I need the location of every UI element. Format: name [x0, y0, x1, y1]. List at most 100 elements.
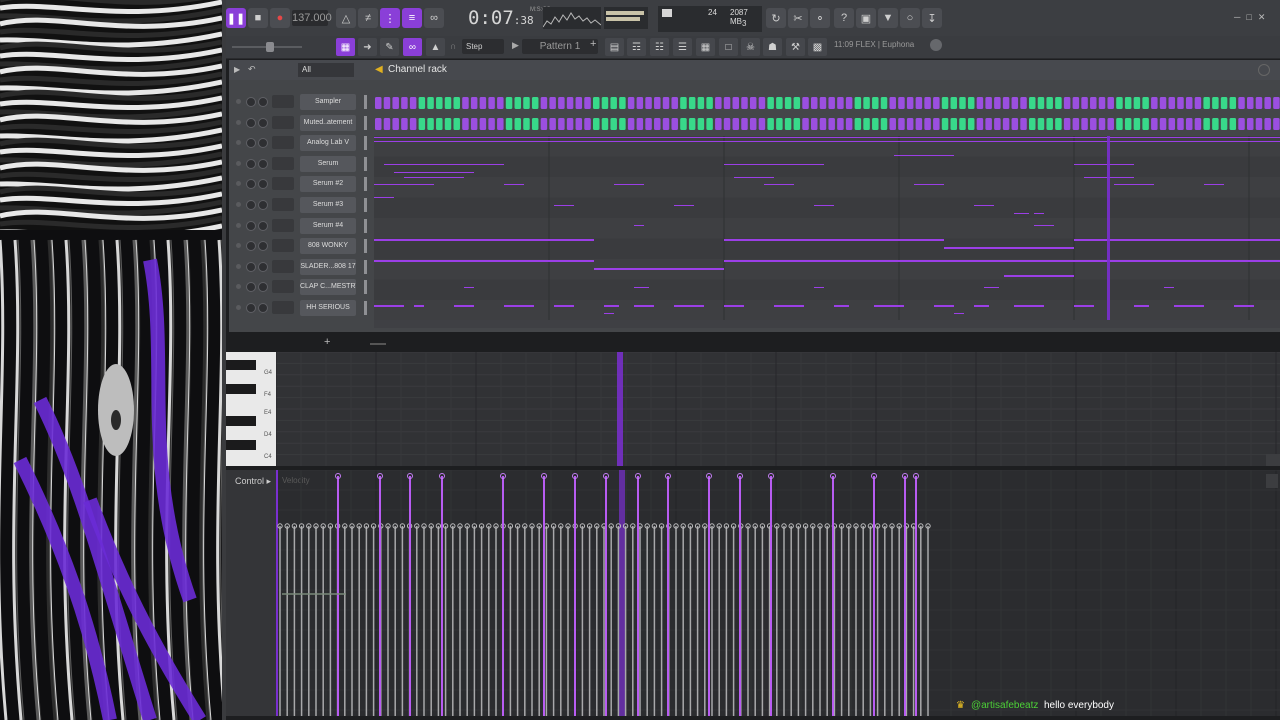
- channel-led[interactable]: [236, 99, 241, 104]
- channel-pattern-previews[interactable]: [374, 136, 1280, 320]
- pan-knob[interactable]: [246, 282, 256, 293]
- piano-roll-icon[interactable]: ☶: [627, 38, 646, 56]
- plugin-picker-icon[interactable]: ▦: [696, 38, 715, 56]
- microphone-icon[interactable]: ⚬: [810, 8, 830, 28]
- channel-name-button[interactable]: CLAP C...MESTRY: [300, 279, 356, 296]
- cut-tool-icon[interactable]: ✂: [788, 8, 808, 28]
- channel-select-bar[interactable]: [364, 259, 367, 274]
- volume-knob[interactable]: [258, 179, 268, 190]
- pan-knob[interactable]: [246, 261, 256, 272]
- step-sequencer-pads[interactable]: [374, 96, 1280, 132]
- pan-knob[interactable]: [246, 200, 256, 210]
- channel-led[interactable]: [236, 181, 241, 187]
- channel-led[interactable]: [236, 284, 241, 290]
- pan-knob[interactable]: [246, 179, 256, 190]
- download-icon[interactable]: ↧: [922, 8, 942, 28]
- channel-select-bar[interactable]: [364, 280, 367, 295]
- undo-history-icon[interactable]: ↻: [766, 8, 786, 28]
- tool-icon[interactable]: ⚒: [786, 38, 805, 56]
- stop-button[interactable]: ■: [248, 8, 268, 28]
- channel-led[interactable]: [236, 140, 241, 146]
- rack-undo-icon[interactable]: ↶: [248, 64, 256, 75]
- channel-select-bar[interactable]: [364, 301, 367, 315]
- piano-roll-mode-icon[interactable]: ▦: [336, 38, 355, 56]
- pan-knob[interactable]: [246, 117, 256, 128]
- volume-knob[interactable]: [258, 282, 268, 293]
- control-label[interactable]: Control ▸: [235, 476, 271, 487]
- channel-select-bar[interactable]: [364, 198, 367, 212]
- channel-select-bar[interactable]: [364, 239, 367, 254]
- help-icon[interactable]: ?: [834, 8, 854, 28]
- volume-knob[interactable]: [258, 117, 268, 128]
- channel-select-bar[interactable]: [364, 177, 367, 192]
- black-key[interactable]: [226, 440, 256, 450]
- snap-selector[interactable]: Step: [462, 39, 504, 54]
- piano-roll-grid[interactable]: [276, 352, 1280, 466]
- pencil-icon[interactable]: ✎: [380, 38, 399, 56]
- pan-knob[interactable]: [246, 241, 256, 252]
- channel-led[interactable]: [236, 119, 241, 125]
- plug-icon[interactable]: ☠: [741, 38, 760, 56]
- channel-select-bar[interactable]: [364, 156, 367, 171]
- channel-rack-icon[interactable]: ☷: [650, 38, 669, 56]
- pan-knob[interactable]: [246, 303, 256, 313]
- step-edit-icon[interactable]: ≡: [402, 8, 422, 28]
- render-icon[interactable]: ▼: [878, 8, 898, 28]
- mixer-track-number[interactable]: [272, 115, 294, 129]
- channel-name-button[interactable]: 808 WONKY: [300, 238, 356, 255]
- pan-knob[interactable]: [246, 97, 256, 107]
- mixer-track-number[interactable]: [272, 156, 294, 170]
- link-icon[interactable]: ∞: [403, 38, 422, 56]
- stamp-icon[interactable]: ▲: [426, 38, 445, 56]
- channel-name-button[interactable]: Analog Lab V: [300, 135, 356, 152]
- volume-knob[interactable]: [258, 220, 268, 231]
- velocity-lane[interactable]: [276, 470, 1280, 716]
- prev-pattern-icon[interactable]: ▶: [512, 40, 519, 51]
- volume-knob[interactable]: [258, 261, 268, 272]
- mixer-track-number[interactable]: [272, 136, 294, 150]
- mixer-track-number[interactable]: [272, 177, 294, 191]
- channel-name-button[interactable]: Sampler: [300, 94, 356, 110]
- channel-select-bar[interactable]: [364, 136, 367, 151]
- channel-filter-select[interactable]: All: [298, 63, 354, 77]
- channel-select-bar[interactable]: [364, 218, 367, 233]
- volume-knob[interactable]: [258, 200, 268, 210]
- channel-name-button[interactable]: Muted..atement: [300, 114, 356, 131]
- mixer-track-number[interactable]: [272, 218, 294, 232]
- mixer-track-number[interactable]: [272, 301, 294, 314]
- channel-select-bar[interactable]: [364, 115, 367, 130]
- pan-knob[interactable]: [246, 220, 256, 231]
- countdown-icon[interactable]: ⋮: [380, 8, 400, 28]
- record-button[interactable]: ●: [270, 8, 290, 28]
- channel-select-bar[interactable]: [364, 95, 367, 109]
- piano-roll-scrollbar[interactable]: [1266, 454, 1280, 466]
- volume-knob[interactable]: [258, 97, 268, 107]
- rack-options-icon[interactable]: ▶: [234, 65, 240, 74]
- black-key[interactable]: [226, 360, 256, 370]
- pan-knob[interactable]: [246, 158, 256, 169]
- black-key[interactable]: [226, 416, 256, 426]
- browser-icon[interactable]: □: [719, 38, 738, 56]
- channel-name-button[interactable]: Serum #2: [300, 176, 356, 193]
- mixer-track-number[interactable]: [272, 198, 294, 211]
- channel-led[interactable]: [236, 222, 241, 228]
- channel-led[interactable]: [236, 263, 241, 269]
- add-pattern-icon[interactable]: +: [590, 38, 596, 50]
- loop-record-icon[interactable]: ∞: [424, 8, 444, 28]
- rack-resize-handle[interactable]: [370, 343, 386, 345]
- channel-led[interactable]: [236, 202, 241, 207]
- pause-button[interactable]: ❚❚: [226, 8, 246, 28]
- piano-keyboard[interactable]: G4 F4 E4 D4 C4: [226, 352, 276, 466]
- tempo-display[interactable]: 137.000: [292, 10, 332, 26]
- volume-knob[interactable]: [258, 303, 268, 313]
- mixer-track-number[interactable]: [272, 280, 294, 294]
- channel-name-button[interactable]: Serum #4: [300, 217, 356, 234]
- volume-knob[interactable]: [258, 138, 268, 149]
- channel-name-button[interactable]: HH SERIOUS: [300, 300, 356, 316]
- pan-knob[interactable]: [246, 138, 256, 149]
- event-scroll-button[interactable]: [1266, 474, 1278, 488]
- channel-led[interactable]: [236, 160, 241, 166]
- playlist-icon[interactable]: ▤: [605, 38, 624, 56]
- window-controls-icon[interactable]: ─□✕: [1234, 12, 1271, 23]
- volume-knob[interactable]: [258, 241, 268, 252]
